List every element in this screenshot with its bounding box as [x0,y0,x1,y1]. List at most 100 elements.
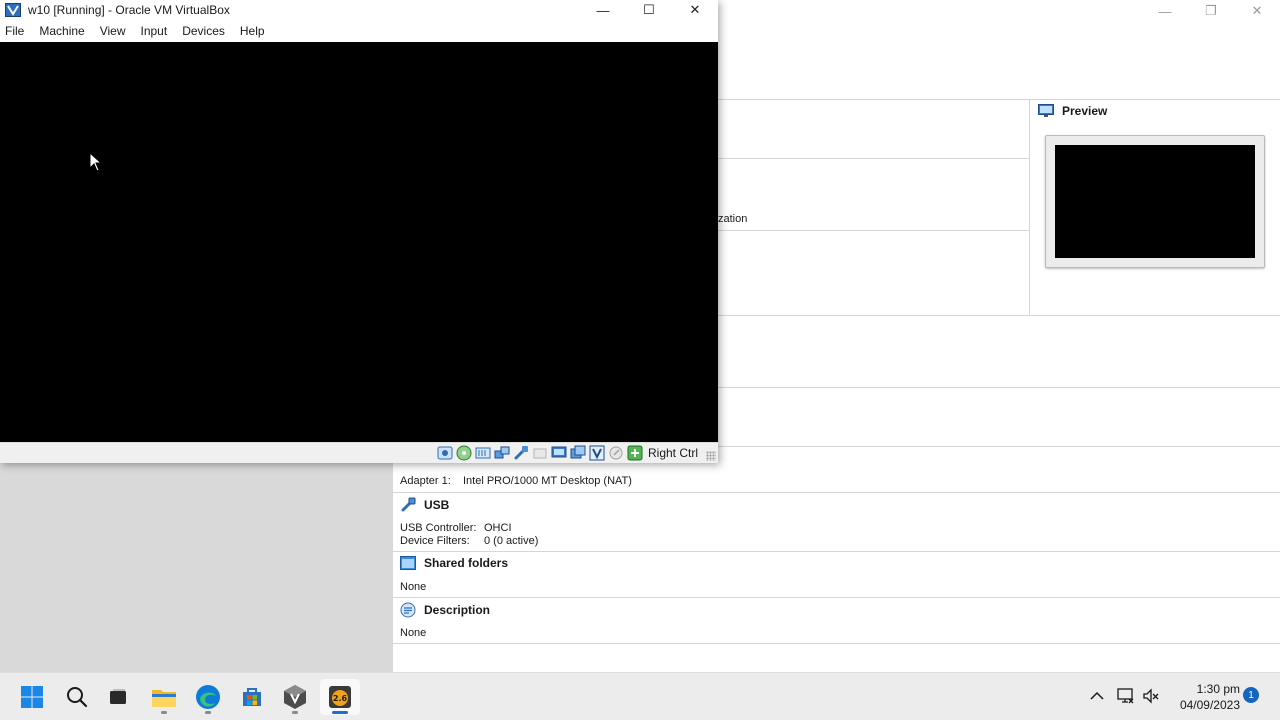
mouse-integration-icon[interactable] [608,445,624,461]
description-header[interactable]: Description [400,602,490,618]
vm-statusbar: Right Ctrl [0,442,718,463]
vm-titlebar[interactable]: w10 [Running] - Oracle VM VirtualBox — ☐… [0,0,718,20]
shared-folders-title: Shared folders [424,556,509,570]
start-button[interactable] [12,679,52,715]
usb-title: USB [424,498,450,512]
resize-grip[interactable] [706,451,716,461]
search-button[interactable] [57,679,97,715]
device-filters-label: Device Filters: [400,535,470,547]
minimize-button[interactable]: — [580,0,626,20]
network-icon[interactable] [494,445,510,461]
file-explorer-button[interactable] [144,679,184,715]
edge-icon [196,685,220,709]
shared-folders-value: None [400,581,427,593]
folder-icon [152,690,176,707]
windows-logo-icon [21,686,43,708]
vm-preview-thumbnail [1045,135,1265,268]
notification-badge[interactable]: 1 [1243,687,1259,703]
menu-devices[interactable]: Devices [176,24,233,38]
usb-icon[interactable] [513,445,529,461]
menu-help[interactable]: Help [234,24,273,38]
gns3-icon: 2.6 [329,686,351,708]
network-status-icon[interactable] [1117,687,1135,705]
shared-folders-header[interactable]: Shared folders [400,556,508,570]
machine-list-pane [0,462,393,672]
keyboard-icon[interactable] [627,445,643,461]
usb-controller-label: USB Controller: [400,522,477,534]
chevron-up-icon[interactable] [1090,691,1104,701]
store-icon [243,688,261,706]
audio-icon[interactable] [475,445,491,461]
vm-window: w10 [Running] - Oracle VM VirtualBox — ☐… [0,0,718,463]
vm-window-controls: — ☐ ✕ [580,0,718,20]
optical-drive-icon[interactable] [456,445,472,461]
display-icon[interactable] [551,445,567,461]
usb-header[interactable]: USB [400,497,449,513]
status-icon-tray: Right Ctrl [437,445,698,461]
adapter-label: Adapter 1: [400,475,451,487]
volume-muted-icon[interactable] [1143,688,1159,704]
shared-folders-icon[interactable] [532,445,548,461]
running-indicator [205,711,211,714]
task-view-button[interactable] [98,679,138,715]
divider [718,315,1280,316]
clock-time: 1:30 pm [1196,682,1240,696]
host-key-label[interactable]: Right Ctrl [648,446,698,460]
menu-file[interactable]: File [0,24,32,38]
microsoft-store-button[interactable] [232,679,272,715]
vm-preview-screen [1055,145,1255,258]
divider [718,230,1029,231]
divider [393,643,1280,644]
adapter-value: Intel PRO/1000 MT Desktop (NAT) [463,475,632,487]
video-capture-icon[interactable] [570,445,586,461]
description-icon [400,602,416,618]
menu-input[interactable]: Input [135,24,176,38]
shared-folders-section: Shared folders None [393,552,1280,598]
task-view-icon [110,689,126,704]
hard-disk-icon[interactable] [437,445,453,461]
virtualbox-app-icon [5,3,21,17]
taskbar: 2.6 1:30 pm 04/09/2023 [0,672,1280,720]
usb-icon [401,497,416,512]
vm-menubar: File Machine View Input Devices Help [0,21,718,41]
usb-controller-row: USB Controller: OHCI [400,522,512,534]
device-filters-value: 0 (0 active) [484,535,539,547]
running-indicator [161,711,167,714]
manager-minimize-button[interactable]: — [1142,0,1188,22]
edge-browser-button[interactable] [188,679,228,715]
description-value: None [400,627,427,639]
menu-view[interactable]: View [94,24,134,38]
divider [718,158,1029,159]
mouse-cursor-icon [89,152,103,172]
folder-icon [400,556,416,570]
system-clock[interactable]: 1:30 pm 04/09/2023 [1160,681,1240,713]
clock-date: 04/09/2023 [1179,698,1240,712]
network-adapter-row: Adapter 1: Intel PRO/1000 MT Desktop (NA… [400,475,632,487]
virtualbox-button[interactable] [275,679,315,715]
preview-title: Preview [1062,104,1108,118]
usb-controller-value: OHCI [484,522,512,534]
divider [1029,100,1030,315]
manager-close-button[interactable]: ✕ [1234,0,1280,22]
virtualization-icon[interactable] [589,445,605,461]
vm-window-title: w10 [Running] - Oracle VM VirtualBox [28,3,230,17]
monitor-icon [1038,104,1054,117]
gns3-version-label: 2.6 [333,694,348,703]
partial-detail-text: zation [718,213,748,225]
close-button[interactable]: ✕ [672,0,718,20]
maximize-button[interactable]: ☐ [626,0,672,20]
gns3-button[interactable]: 2.6 [320,679,360,715]
divider [718,387,1280,388]
manager-window-controls: — ❐ ✕ [1142,0,1280,22]
preview-header: Preview [1038,104,1107,118]
vm-display[interactable] [0,42,718,442]
usb-section: USB USB Controller: OHCI Device Filters:… [393,493,1280,551]
divider [718,99,1280,100]
menu-machine[interactable]: Machine [33,24,92,38]
running-indicator [292,711,298,714]
manager-restore-button[interactable]: ❐ [1188,0,1234,22]
active-indicator [332,711,348,714]
description-title: Description [424,603,491,617]
virtualbox-icon [284,685,306,709]
device-filters-row: Device Filters: 0 (0 active) [400,535,538,547]
